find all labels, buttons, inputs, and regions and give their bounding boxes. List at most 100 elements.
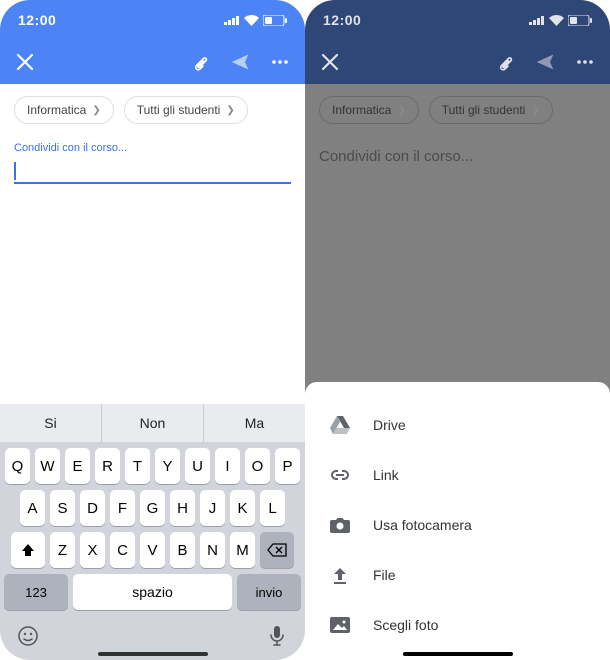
key[interactable]: T (125, 448, 150, 484)
chip-course[interactable]: Informatica ❯ (319, 96, 419, 124)
chip-label: Tutti gli studenti (137, 103, 221, 117)
signal-icon (224, 15, 240, 25)
more-button[interactable] (574, 51, 596, 73)
close-icon (321, 53, 339, 71)
key[interactable]: W (35, 448, 60, 484)
key[interactable]: B (170, 532, 195, 568)
emoji-button[interactable] (14, 622, 42, 650)
home-indicator[interactable] (403, 652, 513, 656)
key[interactable]: Z (50, 532, 75, 568)
key-row-2: A S D F G H J K L (0, 484, 305, 526)
key[interactable]: O (245, 448, 270, 484)
key[interactable]: S (50, 490, 75, 526)
chip-label: Informatica (27, 103, 86, 117)
chip-audience[interactable]: Tutti gli studenti ❯ (124, 96, 248, 124)
send-button[interactable] (534, 51, 556, 73)
suggestion-bar: Si Non Ma (0, 404, 305, 442)
shift-key[interactable] (11, 532, 45, 568)
drive-icon (329, 414, 351, 436)
status-time: 12:00 (18, 12, 56, 28)
close-button[interactable] (14, 51, 36, 73)
key[interactable]: J (200, 490, 225, 526)
key[interactable]: P (275, 448, 300, 484)
chip-label: Informatica (332, 103, 391, 117)
key[interactable]: Y (155, 448, 180, 484)
chip-label: Tutti gli studenti (442, 103, 526, 117)
key[interactable]: R (95, 448, 120, 484)
text-cursor (14, 162, 16, 180)
suggestion[interactable]: Non (102, 404, 204, 442)
chips-row: Informatica ❯ Tutti gli studenti ❯ (305, 84, 610, 136)
battery-icon (568, 15, 592, 26)
more-horizontal-icon (576, 53, 594, 71)
paperclip-icon (190, 52, 210, 72)
sheet-item-camera[interactable]: Usa fotocamera (305, 500, 610, 550)
compose-placeholder: Condividi con il corso... (319, 148, 596, 165)
key[interactable]: A (20, 490, 45, 526)
close-button[interactable] (319, 51, 341, 73)
key[interactable]: M (230, 532, 255, 568)
chip-course[interactable]: Informatica ❯ (14, 96, 114, 124)
suggestion[interactable]: Si (0, 404, 102, 442)
key[interactable]: L (260, 490, 285, 526)
key[interactable]: V (140, 532, 165, 568)
suggestion[interactable]: Ma (204, 404, 305, 442)
chevron-right-icon: ❯ (92, 105, 100, 116)
mic-button[interactable] (263, 622, 291, 650)
sheet-item-photo[interactable]: Scegli foto (305, 600, 610, 650)
attach-button[interactable] (189, 51, 211, 73)
attach-button[interactable] (494, 51, 516, 73)
chip-audience[interactable]: Tutti gli studenti ❯ (429, 96, 553, 124)
key[interactable]: U (185, 448, 210, 484)
key[interactable]: N (200, 532, 225, 568)
backspace-key[interactable] (260, 532, 294, 568)
key[interactable]: K (230, 490, 255, 526)
compose-label: Condividi con il corso... (14, 142, 291, 154)
wifi-icon (549, 15, 564, 26)
attachment-sheet: Drive Link Usa fotocamera File Scegli fo… (305, 382, 610, 660)
more-button[interactable] (269, 51, 291, 73)
battery-icon (263, 15, 287, 26)
link-icon (329, 464, 351, 486)
enter-key[interactable]: invio (237, 574, 301, 610)
screen-attachment-sheet: 12:00 Informatica ❯ (305, 0, 610, 660)
compose-input[interactable] (14, 160, 291, 184)
chevron-right-icon: ❯ (397, 105, 405, 116)
chevron-right-icon: ❯ (226, 105, 234, 116)
key[interactable]: H (170, 490, 195, 526)
numeric-key[interactable]: 123 (4, 574, 68, 610)
key[interactable]: I (215, 448, 240, 484)
key[interactable]: Q (5, 448, 30, 484)
keyboard: Si Non Ma Q W E R T Y U I O P A S D F G … (0, 404, 305, 660)
send-button[interactable] (229, 51, 251, 73)
sheet-item-link[interactable]: Link (305, 450, 610, 500)
compose-area[interactable]: Condividi con il corso... (305, 136, 610, 171)
home-indicator[interactable] (98, 652, 208, 656)
sheet-item-label: Scegli foto (373, 617, 438, 633)
space-key[interactable]: spazio (73, 574, 232, 610)
key[interactable]: X (80, 532, 105, 568)
signal-icon (529, 15, 545, 25)
key[interactable]: E (65, 448, 90, 484)
sheet-item-drive[interactable]: Drive (305, 400, 610, 450)
key[interactable]: C (110, 532, 135, 568)
key[interactable]: D (80, 490, 105, 526)
status-time: 12:00 (323, 12, 361, 28)
photo-icon (329, 614, 351, 636)
screen-compose: 12:00 Informatica ❯ (0, 0, 305, 660)
app-bar (0, 40, 305, 84)
compose-area: Condividi con il corso... (0, 136, 305, 190)
status-icons (224, 15, 287, 26)
key[interactable]: F (110, 490, 135, 526)
app-bar (305, 40, 610, 84)
sheet-item-file[interactable]: File (305, 550, 610, 600)
status-bar: 12:00 (0, 0, 305, 40)
key-row-3: Z X C V B N M (0, 526, 305, 568)
sheet-item-label: Link (373, 467, 399, 483)
sheet-item-label: File (373, 567, 396, 583)
close-icon (16, 53, 34, 71)
send-icon (535, 52, 555, 72)
key[interactable]: G (140, 490, 165, 526)
upload-icon (329, 564, 351, 586)
send-icon (230, 52, 250, 72)
